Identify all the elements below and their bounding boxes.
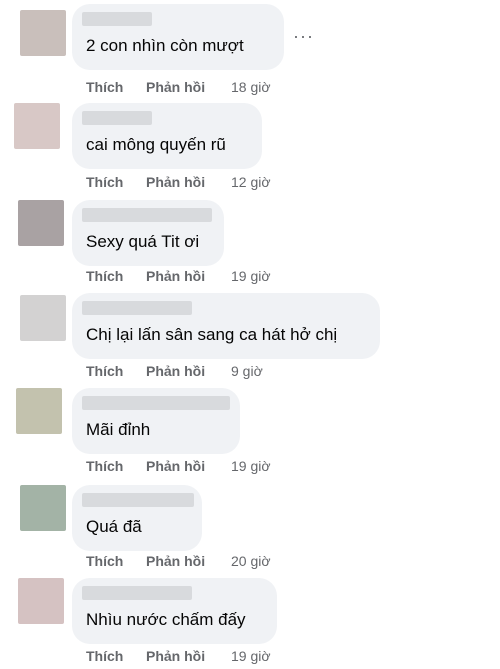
commenter-name-redacted[interactable]	[82, 208, 212, 222]
comment-text: Chị lại lấn sân sang ca hát hở chị	[86, 325, 338, 344]
comment-text: 2 con nhìn còn mượt	[86, 36, 244, 55]
like-link[interactable]: Thích	[86, 553, 146, 569]
comment-bubble: Nhìu nước chấm đấy	[72, 578, 277, 644]
like-link[interactable]: Thích	[86, 174, 146, 190]
commenter-name-redacted[interactable]	[82, 111, 152, 125]
commenter-name-redacted[interactable]	[82, 301, 192, 315]
avatar[interactable]	[20, 295, 66, 341]
comment-text: Mãi đỉnh	[86, 420, 151, 439]
comment-actions: Thích Phản hồi 9 giờ	[86, 363, 263, 379]
like-link[interactable]: Thích	[86, 458, 146, 474]
comment-timestamp[interactable]: 20 giờ	[231, 553, 271, 569]
more-options-icon[interactable]: ···	[293, 26, 314, 47]
like-link[interactable]: Thích	[86, 363, 146, 379]
commenter-name-redacted[interactable]	[82, 396, 230, 410]
avatar[interactable]	[16, 388, 62, 434]
reply-link[interactable]: Phản hồi	[146, 268, 231, 284]
comment-text: Nhìu nước chấm đấy	[86, 610, 246, 629]
comment-actions: Thích Phản hồi 12 giờ	[86, 174, 271, 190]
comment-bubble: cai mông quyến rũ	[72, 103, 262, 169]
comment-timestamp[interactable]: 12 giờ	[231, 174, 271, 190]
comment-timestamp[interactable]: 9 giờ	[231, 363, 263, 379]
avatar[interactable]	[18, 578, 64, 624]
commenter-name-redacted[interactable]	[82, 12, 152, 26]
comment-bubble: Mãi đỉnh	[72, 388, 240, 454]
avatar[interactable]	[20, 10, 66, 56]
comment-actions: Thích Phản hồi 18 giờ	[86, 79, 271, 95]
comment-bubble: 2 con nhìn còn mượt	[72, 4, 284, 70]
commenter-name-redacted[interactable]	[82, 586, 192, 600]
reply-link[interactable]: Phản hồi	[146, 174, 231, 190]
comment-bubble: Sexy quá Tit ơi	[72, 200, 224, 266]
comment-bubble: Chị lại lấn sân sang ca hát hở chị	[72, 293, 380, 359]
commenter-name-redacted[interactable]	[82, 493, 194, 507]
comment-text: Quá đã	[86, 517, 142, 536]
comment-timestamp[interactable]: 19 giờ	[231, 268, 271, 284]
comment-timestamp[interactable]: 18 giờ	[231, 79, 271, 95]
comment-timestamp[interactable]: 19 giờ	[231, 648, 271, 664]
comment-bubble: Quá đã	[72, 485, 202, 551]
reply-link[interactable]: Phản hồi	[146, 458, 231, 474]
comment-timestamp[interactable]: 19 giờ	[231, 458, 271, 474]
reply-link[interactable]: Phản hồi	[146, 363, 231, 379]
like-link[interactable]: Thích	[86, 648, 146, 664]
comment-text: cai mông quyến rũ	[86, 135, 226, 154]
comment-text: Sexy quá Tit ơi	[86, 232, 200, 251]
comment-actions: Thích Phản hồi 19 giờ	[86, 458, 271, 474]
comment-actions: Thích Phản hồi 19 giờ	[86, 648, 271, 664]
like-link[interactable]: Thích	[86, 268, 146, 284]
reply-link[interactable]: Phản hồi	[146, 553, 231, 569]
comment-actions: Thích Phản hồi 19 giờ	[86, 268, 271, 284]
avatar[interactable]	[20, 485, 66, 531]
avatar[interactable]	[14, 103, 60, 149]
reply-link[interactable]: Phản hồi	[146, 648, 231, 664]
avatar[interactable]	[18, 200, 64, 246]
comment-actions: Thích Phản hồi 20 giờ	[86, 553, 271, 569]
like-link[interactable]: Thích	[86, 79, 146, 95]
reply-link[interactable]: Phản hồi	[146, 79, 231, 95]
